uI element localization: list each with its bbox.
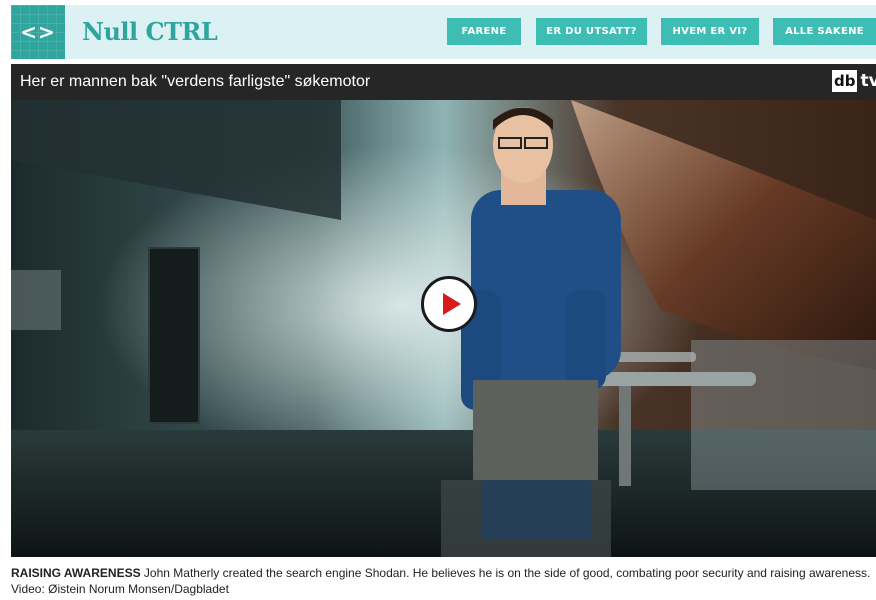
play-button[interactable] <box>421 276 477 332</box>
nav-alle-sakene[interactable]: ALLE SAKENE <box>773 18 876 45</box>
play-icon <box>442 293 461 315</box>
nav-er-du-utsatt[interactable]: ER DU UTSATT? <box>536 18 647 45</box>
dbtv-logo[interactable]: db tv <box>832 70 876 92</box>
video-title[interactable]: Her er mannen bak "verdens farligste" sø… <box>20 73 370 91</box>
dbtv-logo-tv: tv <box>860 71 876 91</box>
video-caption: RAISING AWARENESS John Matherly created … <box>11 565 871 597</box>
logo[interactable]: <> <box>11 5 65 59</box>
site-title[interactable]: Null CTRL <box>82 17 218 46</box>
nav-hvem-er-vi[interactable]: HVEM ER VI? <box>661 18 759 45</box>
caption-lead: RAISING AWARENESS <box>11 566 141 580</box>
dbtv-logo-db: db <box>832 70 858 92</box>
caption-text: John Matherly created the search engine … <box>11 566 871 596</box>
nav-farene[interactable]: FARENE <box>447 18 521 45</box>
video-player[interactable]: Her er mannen bak "verdens farligste" sø… <box>11 64 876 557</box>
code-brackets-icon: <> <box>20 20 56 44</box>
site-header: <> Null CTRL FARENE ER DU UTSATT? HVEM E… <box>11 5 876 59</box>
video-title-bar: Her er mannen bak "verdens farligste" sø… <box>11 64 876 100</box>
